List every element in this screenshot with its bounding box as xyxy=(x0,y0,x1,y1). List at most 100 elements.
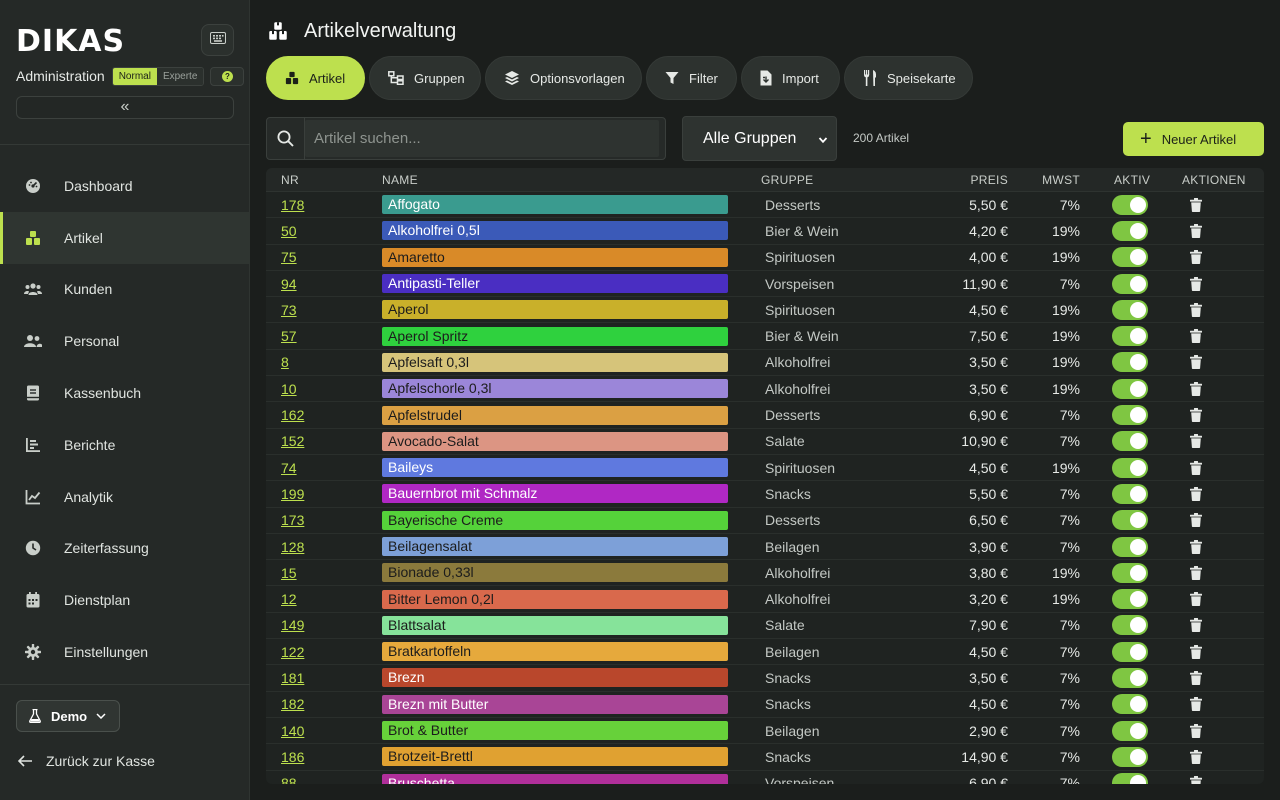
article-name-chip[interactable]: Beilagensalat xyxy=(382,537,728,556)
article-number-link[interactable]: 149 xyxy=(281,617,304,633)
sidebar-item-analytik[interactable]: Analytik xyxy=(0,471,250,523)
delete-button[interactable] xyxy=(1182,592,1210,607)
delete-button[interactable] xyxy=(1182,565,1210,580)
sidebar-item-kunden[interactable]: Kunden xyxy=(0,264,250,316)
article-name-chip[interactable]: Blattsalat xyxy=(382,615,728,635)
delete-button[interactable] xyxy=(1182,723,1210,738)
delete-button[interactable] xyxy=(1182,486,1210,501)
sidebar-item-dienstplan[interactable]: Dienstplan xyxy=(0,574,250,626)
delete-button[interactable] xyxy=(1182,250,1210,265)
sidebar-item-berichte[interactable]: Berichte xyxy=(0,419,250,471)
active-toggle[interactable] xyxy=(1112,483,1148,504)
mode-normal-option[interactable]: Normal xyxy=(112,67,157,85)
active-toggle[interactable] xyxy=(1112,247,1148,268)
article-name-chip[interactable]: Affogato xyxy=(382,195,728,215)
delete-button[interactable] xyxy=(1182,276,1210,291)
delete-button[interactable] xyxy=(1182,460,1210,475)
delete-button[interactable] xyxy=(1182,223,1210,238)
help-button[interactable]: ? xyxy=(210,66,245,86)
column-header-price[interactable]: PREIS xyxy=(948,173,1008,187)
active-toggle[interactable] xyxy=(1112,746,1148,767)
delete-button[interactable] xyxy=(1182,539,1210,554)
group-select[interactable]: Alle Gruppen xyxy=(682,116,837,161)
active-toggle[interactable] xyxy=(1112,194,1148,215)
article-name-chip[interactable]: Bratkartoffeln xyxy=(382,642,728,662)
delete-button[interactable] xyxy=(1182,329,1210,344)
article-number-link[interactable]: 178 xyxy=(281,197,304,213)
active-toggle[interactable] xyxy=(1112,589,1148,610)
active-toggle[interactable] xyxy=(1112,431,1148,452)
article-name-chip[interactable]: Aperol Spritz xyxy=(382,326,728,346)
article-name-chip[interactable]: Brezn mit Butter xyxy=(382,694,728,714)
article-name-chip[interactable]: Brot & Butter xyxy=(382,721,728,741)
active-toggle[interactable] xyxy=(1112,405,1148,426)
article-name-chip[interactable]: Baileys xyxy=(382,458,728,478)
tab-optionsvorlagen[interactable]: Optionsvorlagen xyxy=(485,56,642,100)
article-number-link[interactable]: 73 xyxy=(281,302,297,318)
article-number-link[interactable]: 8 xyxy=(281,354,289,370)
article-number-link[interactable]: 50 xyxy=(281,223,297,239)
article-number-link[interactable]: 74 xyxy=(281,460,297,476)
column-header-name[interactable]: NAME xyxy=(382,173,761,187)
active-toggle[interactable] xyxy=(1112,326,1148,347)
demo-dropdown[interactable]: Demo xyxy=(16,700,120,732)
article-number-link[interactable]: 15 xyxy=(281,565,297,581)
article-number-link[interactable]: 199 xyxy=(281,486,304,502)
article-number-link[interactable]: 181 xyxy=(281,670,304,686)
article-name-chip[interactable]: Bayerische Creme xyxy=(382,510,728,530)
delete-button[interactable] xyxy=(1182,302,1210,317)
article-number-link[interactable]: 12 xyxy=(281,591,297,607)
active-toggle[interactable] xyxy=(1112,562,1148,583)
active-toggle[interactable] xyxy=(1112,536,1148,557)
sidebar-item-personal[interactable]: Personal xyxy=(0,315,250,367)
sidebar-item-kassenbuch[interactable]: Kassenbuch xyxy=(0,367,250,419)
article-name-chip[interactable]: Bauernbrot mit Schmalz xyxy=(382,484,728,504)
article-number-link[interactable]: 182 xyxy=(281,696,304,712)
article-name-chip[interactable]: Aperol xyxy=(382,300,728,320)
article-name-chip[interactable]: Bionade 0,33l xyxy=(382,563,728,583)
active-toggle[interactable] xyxy=(1112,510,1148,531)
article-name-chip[interactable]: Bitter Lemon 0,2l xyxy=(382,589,728,609)
back-to-register-link[interactable]: Zurück zur Kasse xyxy=(18,750,155,772)
tab-speisekarte[interactable]: Speisekarte xyxy=(844,56,973,100)
active-toggle[interactable] xyxy=(1112,694,1148,715)
active-toggle[interactable] xyxy=(1112,667,1148,688)
delete-button[interactable] xyxy=(1182,670,1210,685)
article-number-link[interactable]: 128 xyxy=(281,539,304,555)
active-toggle[interactable] xyxy=(1112,773,1148,784)
tab-filter[interactable]: Filter xyxy=(646,56,737,100)
active-toggle[interactable] xyxy=(1112,220,1148,241)
active-toggle[interactable] xyxy=(1112,378,1148,399)
active-toggle[interactable] xyxy=(1112,299,1148,320)
active-toggle[interactable] xyxy=(1112,641,1148,662)
delete-button[interactable] xyxy=(1182,618,1210,633)
article-name-chip[interactable]: Antipasti-Teller xyxy=(382,274,728,294)
mode-expert-option[interactable]: Experte xyxy=(156,67,204,85)
article-name-chip[interactable]: Bruschetta xyxy=(382,773,728,784)
sidebar-item-artikel[interactable]: Artikel xyxy=(0,211,250,264)
column-header-active[interactable]: AKTIV xyxy=(1080,173,1168,187)
article-name-chip[interactable]: Alkoholfrei 0,5l xyxy=(382,221,728,241)
article-number-link[interactable]: 57 xyxy=(281,328,297,344)
delete-button[interactable] xyxy=(1182,197,1210,212)
active-toggle[interactable] xyxy=(1112,457,1148,478)
active-toggle[interactable] xyxy=(1112,720,1148,741)
article-number-link[interactable]: 186 xyxy=(281,749,304,765)
article-number-link[interactable]: 94 xyxy=(281,276,297,292)
delete-button[interactable] xyxy=(1182,749,1210,764)
collapse-sidebar-button[interactable]: « xyxy=(16,96,234,119)
article-name-chip[interactable]: Brezn xyxy=(382,668,728,688)
article-number-link[interactable]: 140 xyxy=(281,723,304,739)
tab-gruppen[interactable]: Gruppen xyxy=(369,56,481,100)
delete-button[interactable] xyxy=(1182,355,1210,370)
delete-button[interactable] xyxy=(1182,513,1210,528)
delete-button[interactable] xyxy=(1182,381,1210,396)
sidebar-item-einstellungen[interactable]: Einstellungen xyxy=(0,626,250,678)
search-input[interactable] xyxy=(305,120,659,157)
article-name-chip[interactable]: Brotzeit-Brettl xyxy=(382,747,728,767)
article-name-chip[interactable]: Apfelsaft 0,3l xyxy=(382,352,728,372)
column-header-nr[interactable]: NR xyxy=(266,173,382,187)
article-name-chip[interactable]: Avocado-Salat xyxy=(382,431,728,451)
delete-button[interactable] xyxy=(1182,434,1210,449)
delete-button[interactable] xyxy=(1182,644,1210,659)
